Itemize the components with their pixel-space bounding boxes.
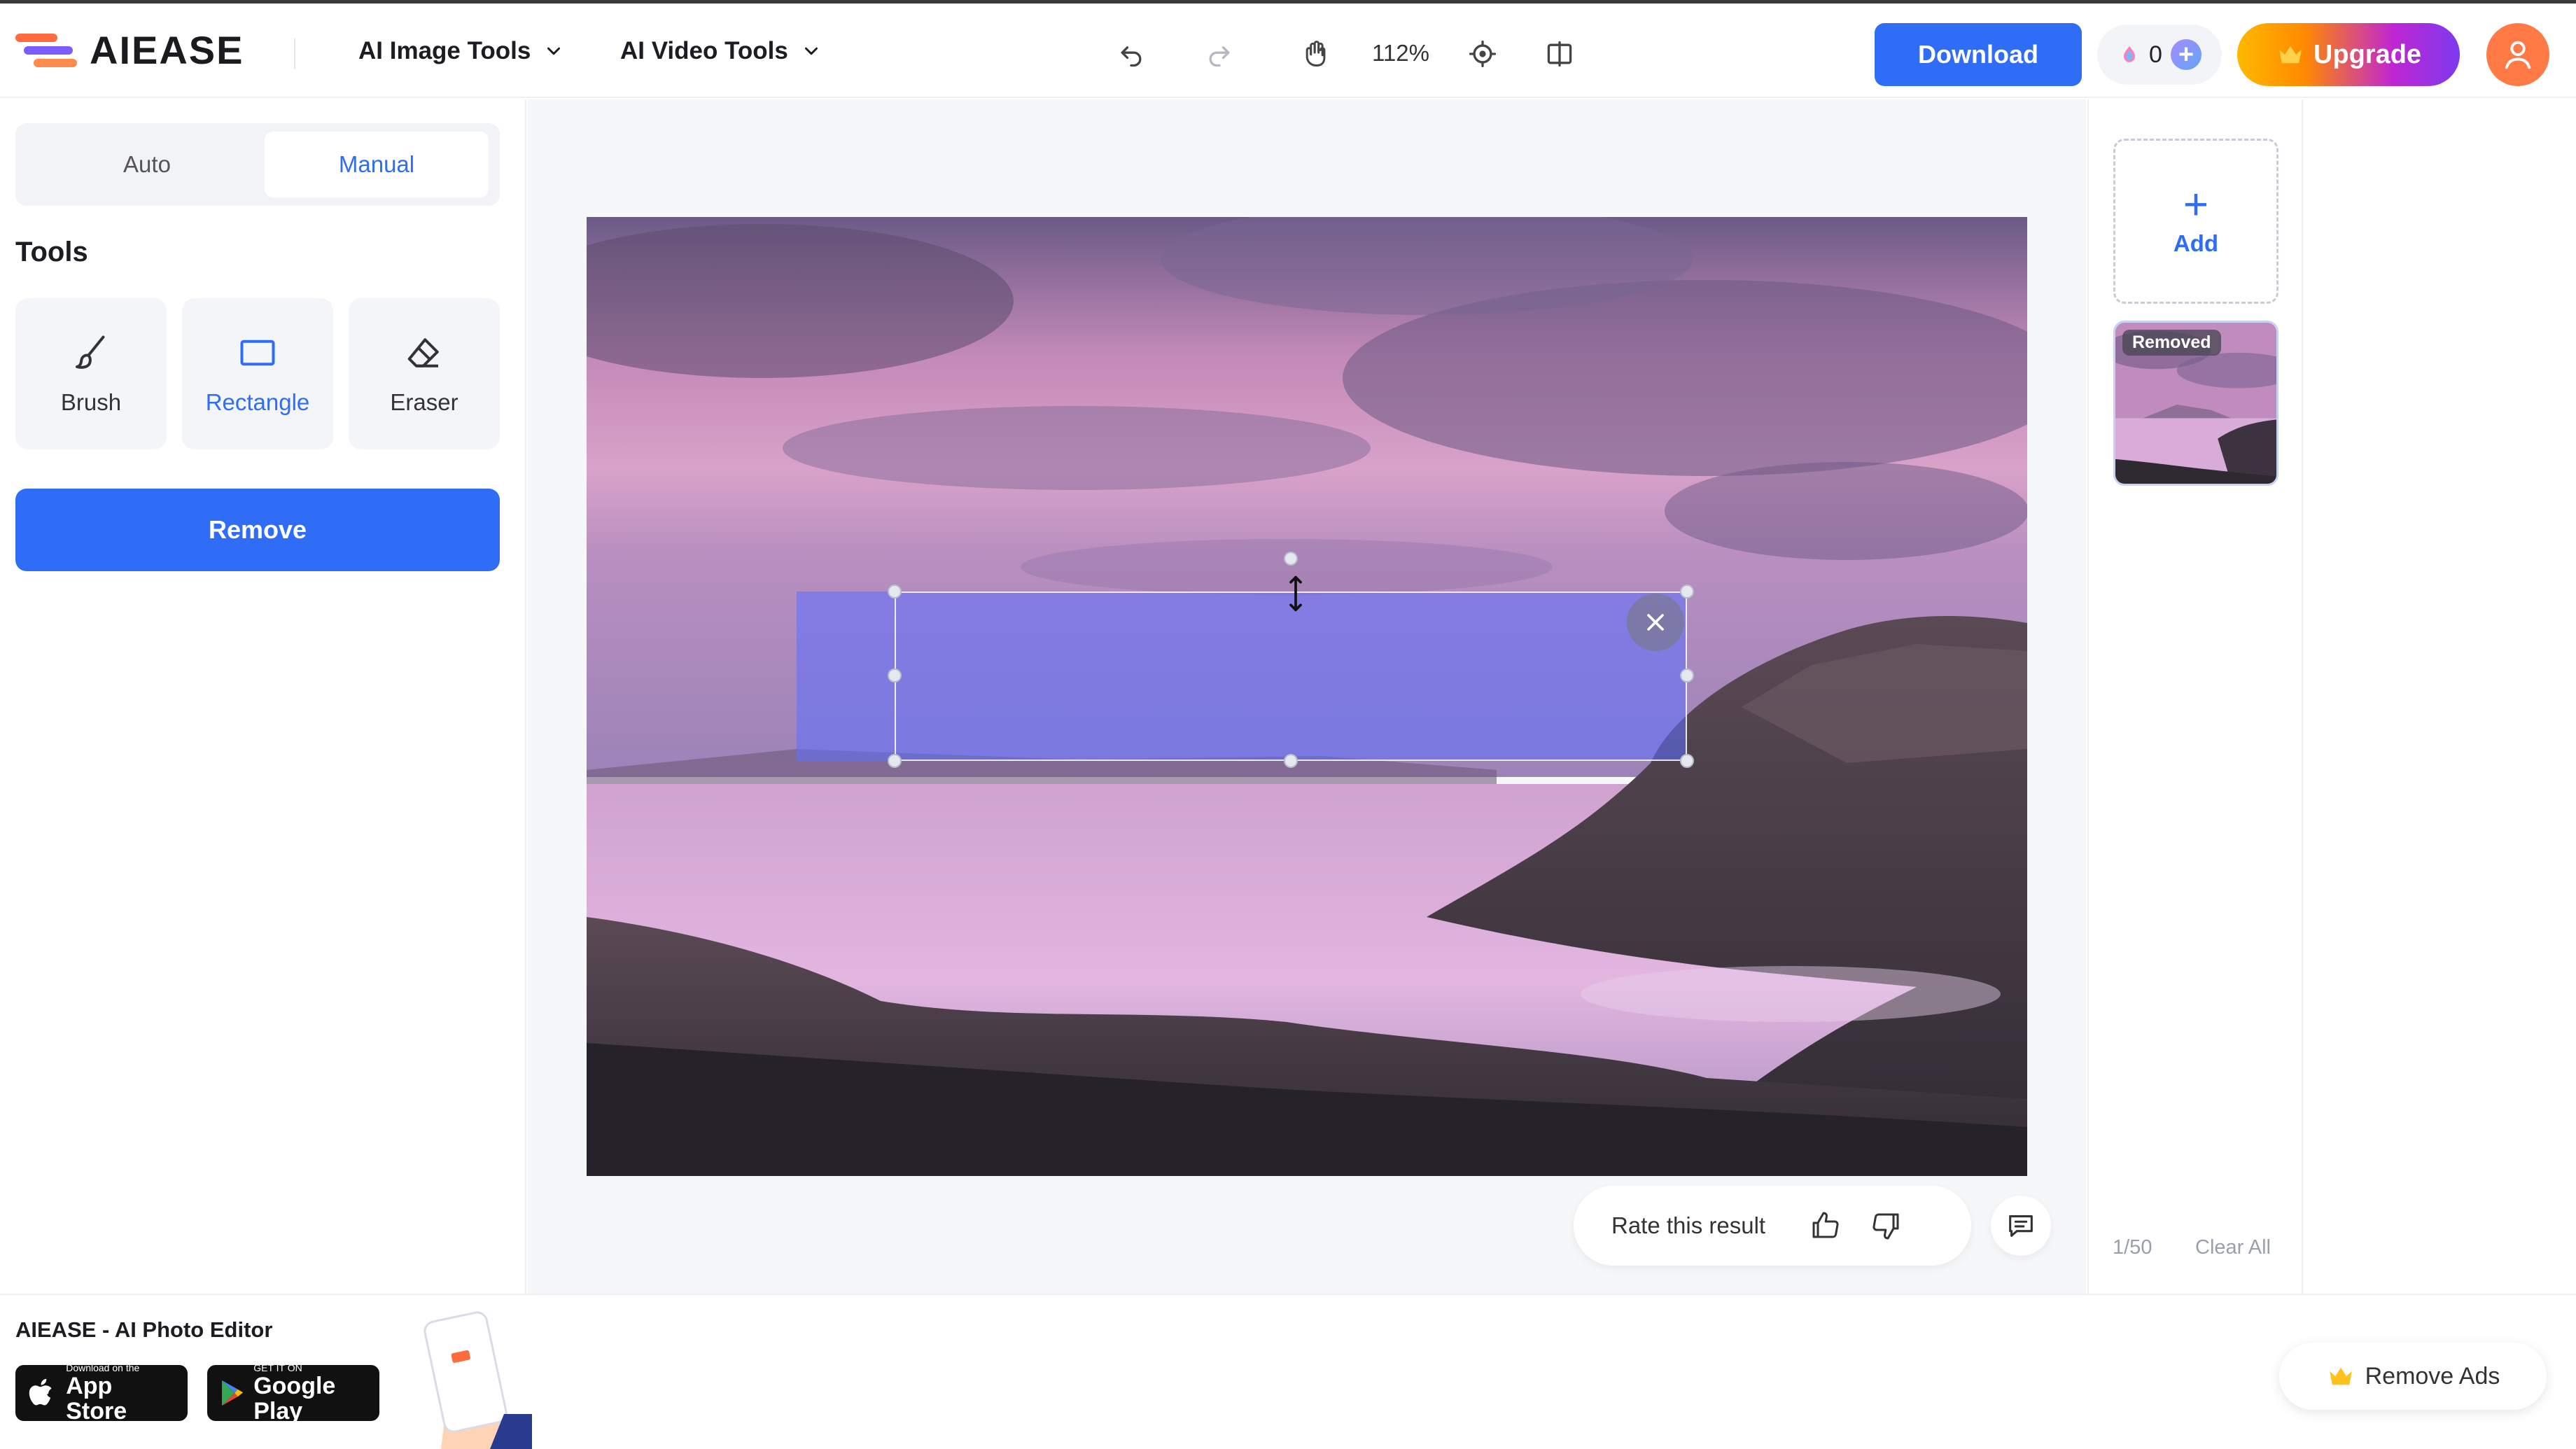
tool-brush-label: Brush (60, 389, 122, 415)
chevron-down-icon (804, 47, 818, 55)
download-button[interactable]: Download (1875, 23, 2082, 86)
resize-cursor-icon (1289, 575, 1302, 612)
upgrade-button[interactable]: Upgrade (2237, 23, 2460, 86)
resize-handle-top-left[interactable] (888, 584, 902, 598)
resize-handle-right[interactable] (1680, 668, 1694, 682)
thumbs-down-button[interactable] (1866, 1205, 1907, 1246)
tool-rectangle-label: Rectangle (205, 389, 310, 415)
redo-icon (1209, 46, 1230, 67)
remove-ads-button[interactable]: Remove Ads (2279, 1343, 2547, 1410)
zoom-level: 112% (1372, 40, 1429, 66)
close-icon (1647, 614, 1664, 631)
selection-rectangle[interactable] (895, 592, 1687, 761)
left-panel: Auto Manual Tools Brush Rectangle Eraser… (0, 99, 526, 1294)
thumbs-up-icon (1812, 1212, 1839, 1238)
add-credits-button[interactable]: + (2170, 39, 2202, 70)
thumbs-up-button[interactable] (1805, 1205, 1845, 1246)
chevron-down-icon (547, 47, 561, 55)
google-play-text: GET IT ON Google Play (253, 1362, 367, 1424)
credits-count: 0 (2149, 41, 2162, 68)
upgrade-label: Upgrade (2313, 39, 2422, 69)
google-play-icon (222, 1380, 244, 1406)
header-divider (294, 38, 295, 69)
tool-eraser[interactable]: Eraser (349, 298, 500, 449)
resize-handle-bottom-right[interactable] (1680, 754, 1694, 768)
chat-icon (2009, 1215, 2033, 1237)
compare-icon (1547, 41, 1572, 67)
tool-eraser-label: Eraser (390, 389, 458, 415)
crown-icon (2279, 46, 2302, 64)
phone-in-hand-illustration (424, 1311, 532, 1449)
removed-badge: Removed (2122, 330, 2221, 356)
remove-ads-label: Remove Ads (2365, 1362, 2500, 1390)
clear-all-button[interactable]: Clear All (2195, 1236, 2271, 1259)
google-play-button[interactable]: GET IT ON Google Play (207, 1362, 379, 1424)
fit-center-button[interactable] (1463, 34, 1502, 74)
tool-rectangle[interactable]: Rectangle (182, 298, 333, 449)
user-icon (2505, 41, 2531, 69)
rate-result-bar: Rate this result (1574, 1186, 1971, 1266)
google-play-big-text: Google Play (253, 1373, 336, 1424)
tab-manual[interactable]: Manual (265, 132, 489, 197)
nav-ai-video-tools-label: AI Video Tools (620, 37, 788, 64)
app-promo-banner: AIEASE - AI Photo Editor Download on the… (0, 1294, 2576, 1449)
redo-button[interactable] (1200, 34, 1239, 74)
credits-pill[interactable]: 0 + (2097, 24, 2222, 85)
brand-logo[interactable]: AIEASE (15, 27, 244, 73)
apple-icon (29, 1378, 52, 1406)
brush-icon (76, 335, 105, 369)
add-label: Add (2173, 230, 2219, 256)
promo-title: AIEASE - AI Photo Editor (15, 1317, 273, 1342)
fit-center-icon (1469, 40, 1497, 68)
tab-auto[interactable]: Auto (35, 132, 259, 197)
user-avatar[interactable] (2486, 23, 2549, 86)
mode-switch: Auto Manual (15, 123, 500, 206)
tools-heading: Tools (15, 237, 88, 267)
app-store-big-text: App Store (66, 1373, 127, 1424)
hand-pan-button[interactable] (1296, 34, 1336, 74)
delete-selection-button[interactable] (1627, 594, 1684, 651)
history-thumbnail[interactable]: Removed (2113, 321, 2278, 486)
add-image-button[interactable]: + Add (2113, 139, 2278, 304)
hand-pan-icon (1306, 41, 1326, 66)
nav-ai-image-tools[interactable]: AI Image Tools (358, 37, 564, 65)
rotate-handle[interactable] (1284, 552, 1298, 566)
app-store-button[interactable]: Download on the App Store (15, 1362, 188, 1424)
remove-button[interactable]: Remove (15, 489, 500, 571)
google-play-small-text: GET IT ON (253, 1362, 302, 1373)
top-bar: AIEASE AI Image Tools AI Video Tools 112… (0, 0, 2576, 98)
right-panel: + Add Removed 1/50 Clear All (2087, 99, 2303, 1294)
brand-name: AIEASE (90, 28, 244, 72)
thumbs-down-icon (1872, 1213, 1899, 1240)
undo-button[interactable] (1112, 34, 1151, 74)
app-store-text: Download on the App Store (66, 1362, 175, 1424)
logo-mark-icon (15, 29, 80, 71)
nav-ai-video-tools[interactable]: AI Video Tools (620, 37, 822, 65)
resize-handle-top-right[interactable] (1680, 584, 1694, 598)
nav-ai-image-tools-label: AI Image Tools (358, 37, 531, 64)
undo-icon (1121, 46, 1142, 67)
history-count: 1/50 (2113, 1236, 2152, 1259)
rectangle-icon (240, 340, 275, 366)
eraser-icon (407, 338, 439, 368)
feedback-button[interactable] (1991, 1196, 2051, 1256)
rate-result-label: Rate this result (1611, 1212, 1766, 1238)
crown-icon (2329, 1367, 2352, 1385)
resize-handle-bottom[interactable] (1284, 754, 1298, 768)
plus-icon: + (2183, 181, 2209, 229)
app-store-small-text: Download on the (66, 1362, 140, 1373)
compare-button[interactable] (1540, 34, 1579, 74)
resize-handle-left[interactable] (888, 668, 902, 682)
resize-handle-bottom-left[interactable] (888, 754, 902, 768)
credit-gem-icon (2124, 46, 2135, 62)
tool-brush[interactable]: Brush (15, 298, 167, 449)
